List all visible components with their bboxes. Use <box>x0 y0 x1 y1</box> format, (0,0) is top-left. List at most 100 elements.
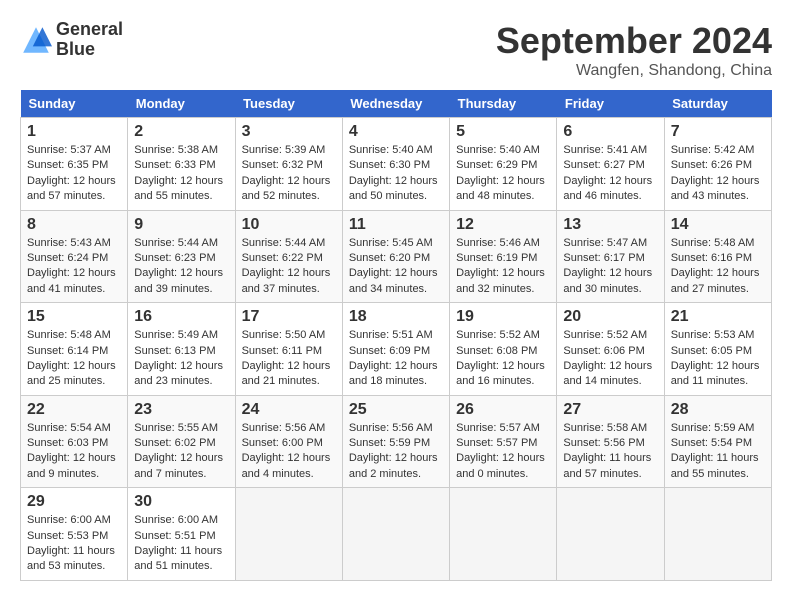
day-info: Sunrise: 5:52 AM Sunset: 6:06 PM Dayligh… <box>563 328 657 390</box>
calendar-cell: 5 Sunrise: 5:40 AM Sunset: 6:29 PM Daylig… <box>450 118 557 211</box>
day-number: 27 <box>563 401 657 419</box>
calendar-cell: 29Sunrise: 6:00 AM Sunset: 5:53 PM Dayli… <box>21 488 128 581</box>
calendar-header-row: Sunday Monday Tuesday Wednesday Thursday… <box>21 90 772 118</box>
day-info: Sunrise: 5:51 AM Sunset: 6:09 PM Dayligh… <box>349 328 443 390</box>
day-info: Sunrise: 5:38 AM Sunset: 6:33 PM Dayligh… <box>134 143 228 205</box>
week-row-4: 22Sunrise: 5:54 AM Sunset: 6:03 PM Dayli… <box>21 395 772 488</box>
calendar-cell: 12 Sunrise: 5:46 AM Sunset: 6:19 PM Dayli… <box>450 210 557 303</box>
day-info: Sunrise: 5:58 AM Sunset: 5:56 PM Dayligh… <box>563 421 657 483</box>
day-number: 17 <box>242 308 336 326</box>
day-number: 18 <box>349 308 443 326</box>
calendar-cell: 11Sunrise: 5:45 AM Sunset: 6:20 PM Dayli… <box>342 210 449 303</box>
col-saturday: Saturday <box>664 90 771 118</box>
calendar-cell: 4 Sunrise: 5:40 AM Sunset: 6:30 PM Daylig… <box>342 118 449 211</box>
day-number: 19 <box>456 308 550 326</box>
calendar-cell: 26 Sunrise: 5:57 AM Sunset: 5:57 PM Dayli… <box>450 395 557 488</box>
day-number: 1 <box>27 123 121 141</box>
day-info: Sunrise: 5:53 AM Sunset: 6:05 PM Dayligh… <box>671 328 765 390</box>
day-number: 7 <box>671 123 765 141</box>
day-info: Sunrise: 5:48 AM Sunset: 6:16 PM Dayligh… <box>671 236 765 298</box>
day-info: Sunrise: 5:55 AM Sunset: 6:02 PM Dayligh… <box>134 421 228 483</box>
day-info: Sunrise: 5:40 AM Sunset: 6:29 PM Dayligh… <box>456 143 550 205</box>
month-title: September 2024 <box>496 20 772 62</box>
day-number: 9 <box>134 216 228 234</box>
calendar-cell: 19 Sunrise: 5:52 AM Sunset: 6:08 PM Dayli… <box>450 303 557 396</box>
day-number: 16 <box>134 308 228 326</box>
day-info: Sunrise: 5:59 AM Sunset: 5:54 PM Dayligh… <box>671 421 765 483</box>
calendar-cell: 17 Sunrise: 5:50 AM Sunset: 6:11 PM Dayli… <box>235 303 342 396</box>
calendar-cell <box>450 488 557 581</box>
calendar-cell <box>557 488 664 581</box>
day-info: Sunrise: 5:44 AM Sunset: 6:23 PM Dayligh… <box>134 236 228 298</box>
day-info: Sunrise: 5:52 AM Sunset: 6:08 PM Dayligh… <box>456 328 550 390</box>
title-section: September 2024 Wangfen, Shandong, China <box>496 20 772 80</box>
day-number: 22 <box>27 401 121 419</box>
day-info: Sunrise: 5:40 AM Sunset: 6:30 PM Dayligh… <box>349 143 443 205</box>
calendar-cell: 15 Sunrise: 5:48 AM Sunset: 6:14 PM Dayli… <box>21 303 128 396</box>
day-number: 20 <box>563 308 657 326</box>
calendar-cell: 14 Sunrise: 5:48 AM Sunset: 6:16 PM Dayli… <box>664 210 771 303</box>
day-info: Sunrise: 6:00 AM Sunset: 5:53 PM Dayligh… <box>27 513 121 575</box>
calendar-cell: 27 Sunrise: 5:58 AM Sunset: 5:56 PM Dayli… <box>557 395 664 488</box>
day-number: 12 <box>456 216 550 234</box>
calendar-cell: 8 Sunrise: 5:43 AM Sunset: 6:24 PM Daylig… <box>21 210 128 303</box>
calendar-cell: 25Sunrise: 5:56 AM Sunset: 5:59 PM Dayli… <box>342 395 449 488</box>
day-number: 24 <box>242 401 336 419</box>
calendar-cell: 13 Sunrise: 5:47 AM Sunset: 6:17 PM Dayli… <box>557 210 664 303</box>
week-row-5: 29Sunrise: 6:00 AM Sunset: 5:53 PM Dayli… <box>21 488 772 581</box>
calendar-table: Sunday Monday Tuesday Wednesday Thursday… <box>20 90 772 581</box>
day-number: 14 <box>671 216 765 234</box>
calendar-cell: 7Sunrise: 5:42 AM Sunset: 6:26 PM Daylig… <box>664 118 771 211</box>
day-info: Sunrise: 5:41 AM Sunset: 6:27 PM Dayligh… <box>563 143 657 205</box>
day-number: 6 <box>563 123 657 141</box>
day-number: 26 <box>456 401 550 419</box>
day-info: Sunrise: 5:48 AM Sunset: 6:14 PM Dayligh… <box>27 328 121 390</box>
calendar-cell: 6 Sunrise: 5:41 AM Sunset: 6:27 PM Daylig… <box>557 118 664 211</box>
calendar-cell: 18 Sunrise: 5:51 AM Sunset: 6:09 PM Dayli… <box>342 303 449 396</box>
day-info: Sunrise: 5:47 AM Sunset: 6:17 PM Dayligh… <box>563 236 657 298</box>
day-number: 8 <box>27 216 121 234</box>
col-sunday: Sunday <box>21 90 128 118</box>
day-number: 11 <box>349 216 443 234</box>
day-info: Sunrise: 5:43 AM Sunset: 6:24 PM Dayligh… <box>27 236 121 298</box>
week-row-1: 1 Sunrise: 5:37 AM Sunset: 6:35 PM Daylig… <box>21 118 772 211</box>
week-row-2: 8 Sunrise: 5:43 AM Sunset: 6:24 PM Daylig… <box>21 210 772 303</box>
calendar-cell: 1 Sunrise: 5:37 AM Sunset: 6:35 PM Daylig… <box>21 118 128 211</box>
week-row-3: 15 Sunrise: 5:48 AM Sunset: 6:14 PM Dayli… <box>21 303 772 396</box>
col-tuesday: Tuesday <box>235 90 342 118</box>
day-info: Sunrise: 5:46 AM Sunset: 6:19 PM Dayligh… <box>456 236 550 298</box>
day-number: 5 <box>456 123 550 141</box>
col-monday: Monday <box>128 90 235 118</box>
day-number: 10 <box>242 216 336 234</box>
calendar-cell: 23 Sunrise: 5:55 AM Sunset: 6:02 PM Dayli… <box>128 395 235 488</box>
day-info: Sunrise: 5:50 AM Sunset: 6:11 PM Dayligh… <box>242 328 336 390</box>
calendar-cell <box>235 488 342 581</box>
day-info: Sunrise: 5:56 AM Sunset: 6:00 PM Dayligh… <box>242 421 336 483</box>
page-header: General Blue September 2024 Wangfen, Sha… <box>20 20 772 80</box>
calendar-cell: 24 Sunrise: 5:56 AM Sunset: 6:00 PM Dayli… <box>235 395 342 488</box>
calendar-cell: 21 Sunrise: 5:53 AM Sunset: 6:05 PM Dayli… <box>664 303 771 396</box>
day-number: 15 <box>27 308 121 326</box>
logo-text: General Blue <box>56 20 123 60</box>
day-number: 3 <box>242 123 336 141</box>
calendar-cell: 16Sunrise: 5:49 AM Sunset: 6:13 PM Dayli… <box>128 303 235 396</box>
logo-icon <box>20 24 52 56</box>
day-info: Sunrise: 5:56 AM Sunset: 5:59 PM Dayligh… <box>349 421 443 483</box>
day-info: Sunrise: 5:57 AM Sunset: 5:57 PM Dayligh… <box>456 421 550 483</box>
calendar-cell: 20 Sunrise: 5:52 AM Sunset: 6:06 PM Dayli… <box>557 303 664 396</box>
col-friday: Friday <box>557 90 664 118</box>
col-thursday: Thursday <box>450 90 557 118</box>
day-info: Sunrise: 5:44 AM Sunset: 6:22 PM Dayligh… <box>242 236 336 298</box>
day-number: 21 <box>671 308 765 326</box>
day-number: 28 <box>671 401 765 419</box>
calendar-cell: 10 Sunrise: 5:44 AM Sunset: 6:22 PM Dayli… <box>235 210 342 303</box>
day-number: 13 <box>563 216 657 234</box>
calendar-cell: 28 Sunrise: 5:59 AM Sunset: 5:54 PM Dayli… <box>664 395 771 488</box>
day-number: 23 <box>134 401 228 419</box>
day-number: 2 <box>134 123 228 141</box>
calendar-cell <box>664 488 771 581</box>
day-info: Sunrise: 5:37 AM Sunset: 6:35 PM Dayligh… <box>27 143 121 205</box>
calendar-cell: 9 Sunrise: 5:44 AM Sunset: 6:23 PM Daylig… <box>128 210 235 303</box>
day-number: 30 <box>134 493 228 511</box>
day-number: 4 <box>349 123 443 141</box>
